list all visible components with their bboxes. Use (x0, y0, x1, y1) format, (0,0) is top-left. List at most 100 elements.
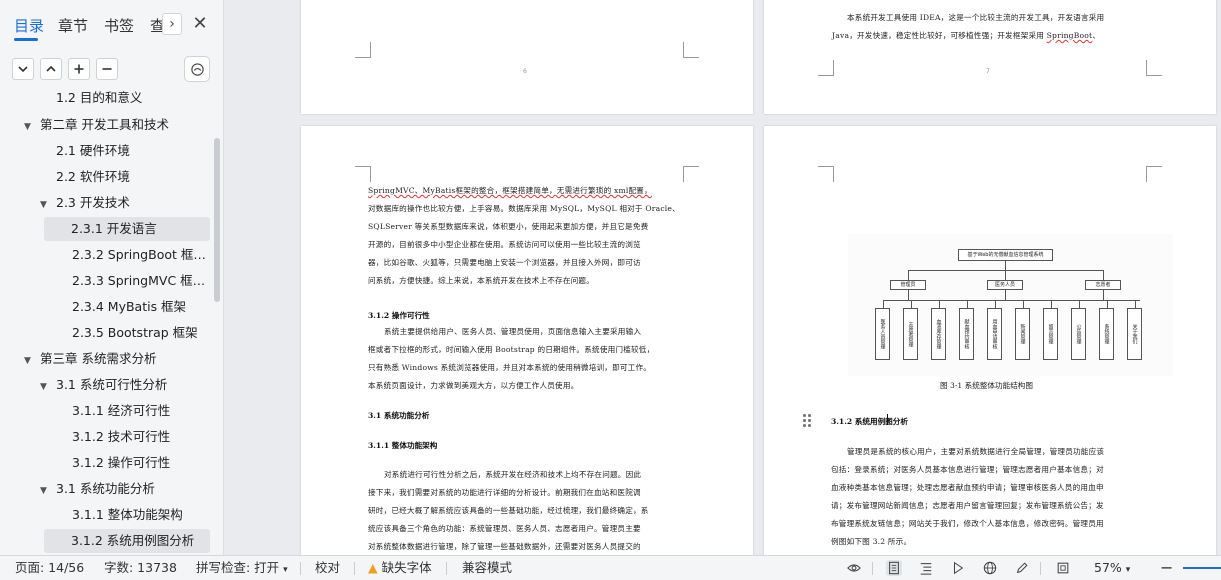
toc-item-label: 第二章 开发工具和技术 (40, 117, 169, 132)
page-9: 基于Web的无偿献血信息管理系统 管理员 医务人员 志愿者 医务人员管理 志愿者管… (764, 126, 1216, 555)
text-run: Java，开发快速，稳定性比较好，可移植性强；开发框架采用 (832, 31, 1047, 40)
zoom-level[interactable]: 57% ▾ (1094, 556, 1130, 580)
diagram-connector (911, 300, 912, 308)
text-line: 包括：登录系统；对医务人员基本信息进行管理；管理志愿者用户基本信息；对 (831, 465, 1104, 474)
play-icon[interactable] (950, 560, 966, 576)
text-line: SQLServer 等关系型数据库来说，体积更小，使用起来更加方便，并且它是免费 (368, 222, 649, 231)
crop-mark (683, 42, 699, 58)
toc-item[interactable]: ▼ 2.3 开发技术 (40, 191, 130, 215)
toc-item-label: 2.3.5 Bootstrap 框架 (72, 325, 198, 340)
toc-item[interactable]: 3.1.1 经济可行性 (72, 399, 170, 423)
chevron-right-icon[interactable]: › (162, 13, 182, 35)
toc-settings-button[interactable] (184, 56, 210, 82)
text-run: SpringMVC、MyBatis框架的整合，框架搭建简单，无需进行繁琐的 xm… (368, 186, 652, 195)
expand-caret-icon[interactable]: ▼ (40, 479, 52, 501)
toc-item-label: 2.2 软件环境 (56, 169, 130, 184)
compat-mode-label: 兼容模式 (462, 560, 513, 575)
toc-item[interactable]: 3.1.2 系统用例图分析 (44, 529, 210, 553)
diagram-connector (1103, 270, 1104, 280)
diagram-role-node: 志愿者 (1085, 280, 1121, 290)
text-line: SpringMVC、MyBatis框架的整合，框架搭建简单，无需进行繁琐的 xm… (368, 182, 698, 200)
close-icon[interactable]: ✕ (190, 13, 210, 35)
text-line: 管理员是系统的核心用户，主要对系统数据进行全局管理，管理员功能应该 (847, 447, 1105, 456)
diagram-connector (908, 270, 909, 280)
diagram-role-node: 医务人员 (987, 280, 1023, 290)
text-line: 对数据库的操作也比较方便，上手容易。数据库采用 MySQL，MySQL 相对于 … (368, 204, 680, 213)
expand-caret-icon[interactable]: ▼ (40, 193, 52, 215)
proofread-button[interactable]: 校对 (315, 556, 340, 580)
diagram-connector (1103, 290, 1104, 300)
toc-item[interactable]: ▼ 第三章 系统需求分析 (24, 347, 156, 371)
document-canvas[interactable]: 6 本系统开发工具使用 IDEA，这是一个比较主流的开发工具，开发语言采用 Ja… (225, 0, 1221, 555)
paragraph-operability: 系统主要提供给用户、医务人员、管理员使用，页面信息输入主要采用输入 框或者下拉框… (368, 323, 698, 395)
expand-caret-icon[interactable]: ▼ (24, 115, 36, 137)
toc-item[interactable]: 2.3.4 MyBatis 框架 (72, 295, 186, 319)
toc-item[interactable]: 2.2 软件环境 (56, 165, 130, 189)
toc-item[interactable]: 3.1.2 操作可行性 (72, 451, 170, 475)
toc-item[interactable]: 2.3.2 SpringBoot 框… (72, 243, 206, 267)
page-view-icon[interactable] (886, 560, 902, 576)
zoom-out-icon[interactable]: − (1160, 556, 1173, 580)
text-line: 统应该具备三个角色的功能：系统管理员、医务人员、志愿者用户。管理员主要 (368, 524, 641, 533)
page-8: SpringMVC、MyBatis框架的整合，框架搭建简单，无需进行繁琐的 xm… (301, 126, 753, 555)
expand-caret-icon[interactable]: ▼ (24, 349, 36, 371)
paragraph-drag-handle-icon[interactable] (803, 414, 811, 428)
toc-item[interactable]: 2.3.5 Bootstrap 框架 (72, 321, 198, 345)
expand-caret-icon[interactable]: ▼ (40, 375, 52, 397)
toc-scrollbar[interactable] (214, 138, 220, 302)
outline-view-icon[interactable] (918, 560, 934, 576)
plus-icon (74, 64, 84, 74)
spell-check-toggle[interactable]: 拼写检查: 打开 ▾ (196, 556, 288, 580)
add-heading-button[interactable] (68, 58, 90, 80)
toc-item-label: 2.3 开发技术 (56, 195, 130, 210)
diagram-module-node: 关于我们 (1127, 308, 1142, 360)
pen-icon[interactable] (1014, 560, 1030, 576)
toc-item[interactable]: ▼ 3.1 系统功能分析 (40, 477, 155, 501)
diagram-connector (1005, 270, 1006, 280)
toc-item-label: 3.1.1 整体功能架构 (72, 507, 183, 522)
pane-tabs: 目录 章节 书签 查 › ✕ (0, 0, 223, 50)
text-line: 框或者下拉框的形式，时间输入使用 Bootstrap 的日期组件。系统使用门槛较… (368, 345, 655, 354)
toc-item[interactable]: ▼ 第二章 开发工具和技术 (24, 113, 169, 137)
eye-icon[interactable] (846, 560, 862, 576)
word-count[interactable]: 字数: 13738 (104, 556, 177, 580)
text-line: 开源的，目前很多中小型企业都在使用。系统访问可以使用一些比较主流的浏览 (368, 240, 641, 249)
warning-icon: ▲ (368, 560, 378, 575)
zoom-slider[interactable] (1183, 567, 1221, 569)
tab-chapters[interactable]: 章节 (58, 15, 88, 36)
toc-item-label: 2.3.4 MyBatis 框架 (72, 299, 187, 314)
minus-icon (102, 68, 112, 70)
toc-item-label: 2.3.2 SpringBoot 框… (72, 247, 206, 262)
toc-item[interactable]: 3.1.1 整体功能架构 (72, 503, 183, 527)
tab-search[interactable]: 查 (150, 15, 162, 36)
toc-item[interactable]: 2.3.3 SpringMVC 框… (72, 269, 205, 293)
crop-mark (355, 42, 371, 58)
figure-caption: 图 3-1 系统整体功能结构图 (940, 381, 1033, 390)
globe-icon[interactable] (982, 560, 998, 576)
text-line: 只有熟悉 Windows 系统浏览器使用，并且对本系统的使用稍微培训，即可工作。 (368, 363, 652, 372)
toc-item[interactable]: 2.1 硬件环境 (56, 139, 130, 163)
toc-item[interactable]: ▼ 3.1 系统可行性分析 (40, 373, 167, 397)
missing-font-button[interactable]: ▲ 缺失字体 (368, 556, 432, 580)
toc-item-label: 2.1 硬件环境 (56, 143, 130, 158)
toc-item[interactable]: 2.3.1 开发语言 (44, 217, 210, 241)
diagram-module-node: 血液库存管理 (931, 308, 946, 360)
toc-item-label: 2.3.1 开发语言 (71, 221, 157, 236)
diagram-connector (1005, 261, 1006, 270)
tab-bookmarks[interactable]: 书签 (104, 15, 134, 36)
toc-item[interactable]: 3.1.2 技术可行性 (72, 425, 170, 449)
paragraph-usecase: 管理员是系统的核心用户，主要对系统数据进行全局管理，管理员功能应该 包括：登录系… (831, 443, 1161, 551)
page-indicator[interactable]: 页面: 14/56 (15, 556, 84, 580)
tab-toc[interactable]: 目录 (14, 15, 44, 36)
crop-mark (355, 166, 371, 182)
divider (872, 562, 873, 575)
collapse-all-button[interactable] (12, 58, 34, 80)
fit-page-icon[interactable] (1055, 560, 1071, 576)
remove-heading-button[interactable] (96, 58, 118, 80)
toc-item-label: 3.1.2 操作可行性 (72, 455, 171, 470)
status-bar: 页面: 14/56 字数: 13738 拼写检查: 打开 ▾ 校对 ▲ 缺失字体… (0, 555, 1221, 580)
expand-up-button[interactable] (40, 58, 62, 80)
diagram-connector (939, 300, 940, 308)
page-7: 本系统开发工具使用 IDEA，这是一个比较主流的开发工具，开发语言采用 Java… (764, 0, 1216, 114)
toc-item[interactable]: 1.2 目的和意义 (56, 86, 142, 110)
